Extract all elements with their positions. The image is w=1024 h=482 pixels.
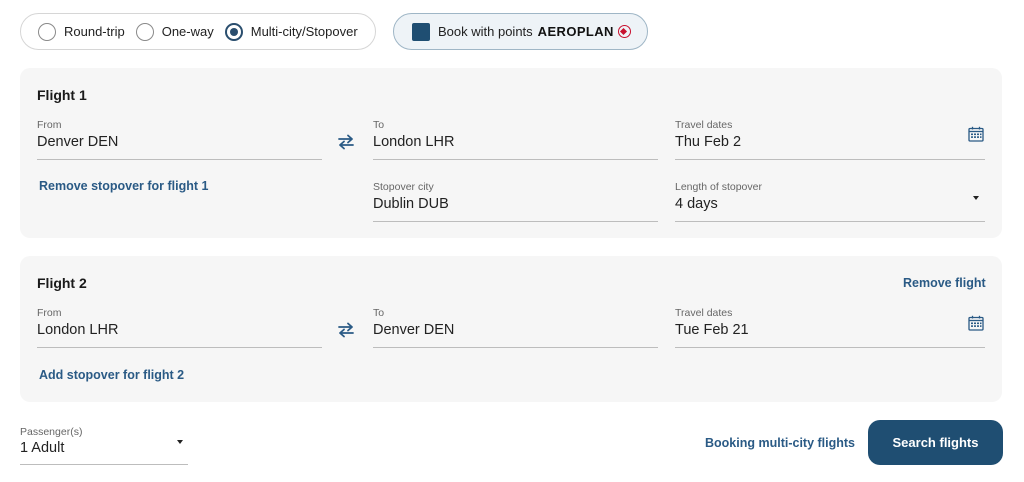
to-label: To (373, 119, 385, 131)
stopover-city-value: Dublin DUB (373, 196, 449, 212)
radio-button[interactable] (38, 22, 56, 41)
to-value: London LHR (373, 134, 455, 150)
radio-round-trip[interactable]: Round-trip (38, 22, 125, 41)
points-checkbox[interactable] (412, 22, 430, 41)
dates-label: Travel dates (675, 307, 733, 319)
from-value: Denver DEN (37, 134, 119, 150)
trip-type-selector: Round-trip One-way Multi-city/Stopover (20, 13, 376, 50)
flight-2-card: Flight 2 Remove flight From London LHR T… (20, 256, 1002, 402)
chevron-down-icon[interactable] (177, 440, 183, 444)
from-value: London LHR (37, 322, 119, 338)
swap-icon[interactable] (337, 322, 355, 338)
from-label: From (37, 119, 62, 131)
radio-label: Round-trip (64, 24, 125, 39)
stopover-city-field[interactable]: Stopover city Dublin DUB (373, 181, 658, 222)
passengers-label: Passenger(s) (20, 426, 83, 438)
dates-label: Travel dates (675, 119, 733, 131)
radio-multi-city[interactable]: Multi-city/Stopover (224, 22, 358, 41)
passengers-value: 1 Adult (20, 440, 65, 456)
radio-button-selected[interactable] (224, 22, 243, 41)
aeroplan-logo: AEROPLAN (538, 24, 631, 39)
calendar-icon[interactable] (968, 315, 984, 331)
stopover-length-value: 4 days (675, 196, 718, 212)
add-stopover-flight-2-link[interactable]: Add stopover for flight 2 (39, 368, 184, 382)
search-flights-button[interactable]: Search flights (868, 420, 1003, 465)
radio-one-way[interactable]: One-way (135, 22, 214, 41)
passengers-select[interactable]: Passenger(s) 1 Adult (20, 424, 188, 465)
flight-1-dates-field[interactable]: Travel dates Thu Feb 2 (675, 119, 985, 160)
radio-label: One-way (161, 24, 214, 39)
remove-flight-link[interactable]: Remove flight (903, 276, 986, 290)
remove-stopover-flight-1-link[interactable]: Remove stopover for flight 1 (39, 179, 208, 193)
flight-1-title: Flight 1 (37, 87, 87, 103)
to-label: To (373, 307, 385, 319)
dates-value: Thu Feb 2 (675, 134, 742, 150)
swap-icon[interactable] (337, 134, 355, 150)
to-value: Denver DEN (373, 322, 455, 338)
stopover-length-select[interactable]: Length of stopover 4 days (675, 181, 985, 222)
stopover-length-label: Length of stopover (675, 181, 762, 193)
flight-1-from-field[interactable]: From Denver DEN (37, 119, 322, 160)
book-with-points-toggle[interactable]: Book with points AEROPLAN (393, 13, 648, 50)
booking-multi-city-link[interactable]: Booking multi-city flights (705, 436, 855, 450)
flight-1-to-field[interactable]: To London LHR (373, 119, 658, 160)
flight-1-card: Flight 1 From Denver DEN To London LHR T… (20, 68, 1002, 238)
aeroplan-wordmark: AEROPLAN (537, 24, 614, 39)
stopover-city-label: Stopover city (373, 181, 434, 193)
points-label: Book with points (438, 24, 533, 39)
flight-2-dates-field[interactable]: Travel dates Tue Feb 21 (675, 307, 985, 348)
dates-value: Tue Feb 21 (675, 322, 749, 338)
chevron-down-icon[interactable] (973, 196, 979, 200)
aeroplan-maple-leaf-icon (617, 25, 631, 38)
from-label: From (37, 307, 62, 319)
calendar-icon[interactable] (968, 126, 984, 142)
flight-2-from-field[interactable]: From London LHR (37, 307, 322, 348)
radio-label: Multi-city/Stopover (250, 24, 358, 39)
flight-2-title: Flight 2 (37, 275, 87, 291)
flight-2-to-field[interactable]: To Denver DEN (373, 307, 658, 348)
radio-button[interactable] (135, 22, 154, 41)
